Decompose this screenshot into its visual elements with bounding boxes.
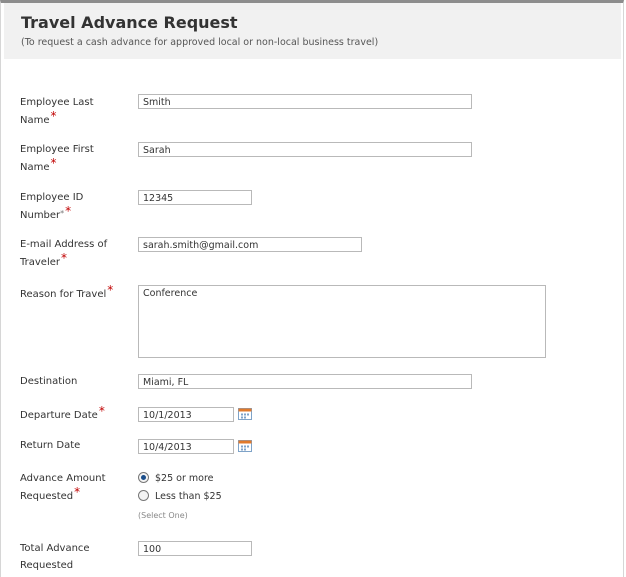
first-name-label: Employee First Name* bbox=[20, 144, 94, 173]
total-advance-label: Total Advance Requested bbox=[20, 543, 90, 571]
email-input[interactable]: sarah.smith@gmail.com bbox=[138, 237, 362, 252]
return-date-input[interactable]: 10/4/2013 bbox=[138, 439, 234, 454]
last-name-label: Employee Last Name* bbox=[20, 97, 94, 126]
calendar-icon[interactable] bbox=[238, 439, 252, 452]
required-mark: * bbox=[50, 156, 57, 170]
advance-amount-label: Advance Amount Requested* bbox=[20, 473, 106, 502]
reason-textarea[interactable]: Conference bbox=[138, 285, 546, 358]
destination-input[interactable]: Miami, FL bbox=[138, 374, 472, 389]
departure-date-label: Departure Date* bbox=[20, 404, 105, 421]
reason-label: Reason for Travel* bbox=[20, 283, 114, 300]
employee-id-input[interactable]: 12345 bbox=[138, 190, 252, 205]
calendar-icon[interactable] bbox=[238, 407, 252, 420]
departure-date-input[interactable]: 10/1/2013 bbox=[138, 407, 234, 422]
radio-button[interactable] bbox=[138, 490, 149, 501]
required-mark: * bbox=[107, 283, 114, 297]
required-mark: * bbox=[98, 404, 105, 418]
first-name-input[interactable]: Sarah bbox=[138, 142, 472, 157]
select-one-hint: (Select One) bbox=[138, 511, 188, 520]
required-mark: * bbox=[74, 485, 81, 499]
form-header: Travel Advance Request (To request a cas… bbox=[4, 3, 621, 59]
required-mark: * bbox=[61, 251, 67, 265]
required-mark: * bbox=[50, 109, 57, 123]
radio-button[interactable] bbox=[138, 472, 149, 483]
last-name-input[interactable]: Smith bbox=[138, 94, 472, 109]
form-subtitle: (To request a cash advance for approved … bbox=[21, 37, 379, 48]
employee-id-label: Employee ID Number** bbox=[20, 192, 84, 221]
return-date-label: Return Date bbox=[20, 440, 81, 451]
destination-label: Destination bbox=[20, 376, 78, 387]
email-label: E-mail Address of Traveler* bbox=[20, 239, 108, 268]
form-title: Travel Advance Request bbox=[21, 13, 238, 32]
radio-option-25-or-more[interactable]: $25 or more bbox=[138, 472, 214, 484]
total-advance-input[interactable]: 100 bbox=[138, 541, 252, 556]
required-mark: * bbox=[65, 204, 72, 218]
radio-option-less-than-25[interactable]: Less than $25 bbox=[138, 490, 222, 502]
